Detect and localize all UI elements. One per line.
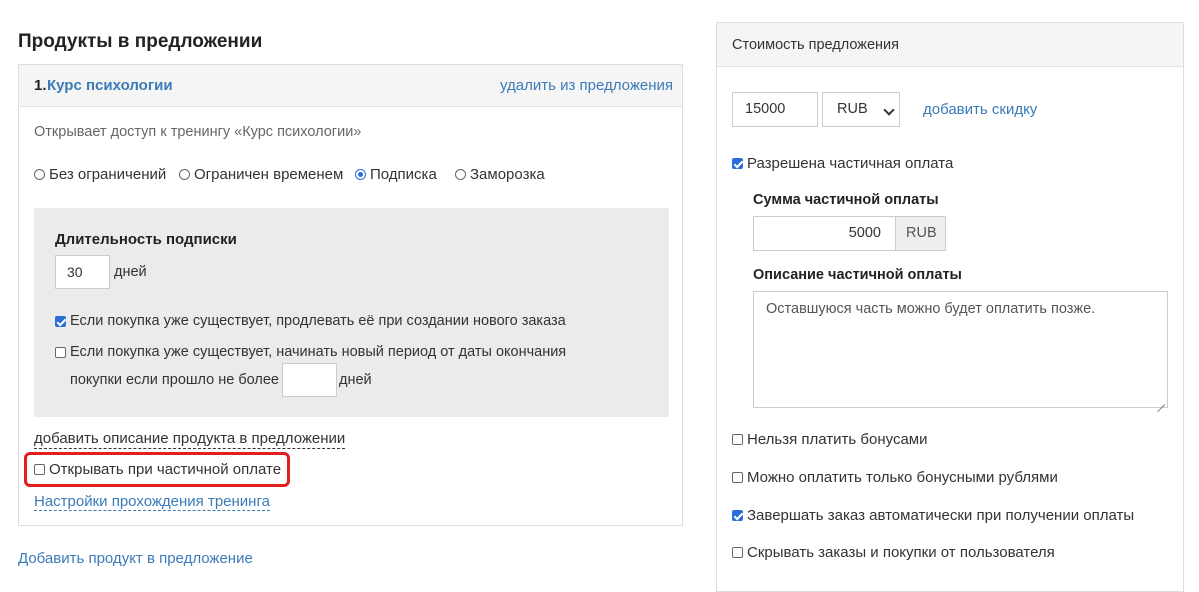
radio-subscription[interactable]: Подписка (355, 166, 437, 183)
partial-description-label: Описание частичной оплаты (753, 267, 962, 283)
cost-panel-title: Стоимость предложения (732, 37, 899, 53)
radio-label: Ограничен временем (194, 166, 344, 183)
add-discount-link[interactable]: добавить скидку (923, 101, 1037, 118)
radio-label: Подписка (370, 166, 437, 183)
subscription-duration-label: Длительность подписки (55, 231, 237, 248)
product-number: 1. (34, 77, 47, 94)
price-input[interactable]: 15000 (732, 92, 818, 127)
new-period-label: Если покупка уже существует, начинать но… (70, 344, 567, 360)
only-bonus-checkbox[interactable] (732, 472, 743, 483)
partial-sum-label: Сумма частичной оплаты (753, 192, 939, 208)
only-bonus-label: Можно оплатить только бонусными рублями (747, 469, 1058, 486)
training-settings-link[interactable]: Настройки прохождения тренинга (34, 493, 270, 511)
products-section-title: Продукты в предложении (18, 31, 263, 52)
partial-payment-label: Разрешена частичная оплата (747, 155, 954, 172)
subscription-duration-input[interactable]: 30 (55, 255, 110, 289)
new-period-option[interactable]: Если покупка уже существует, начинать но… (55, 344, 566, 360)
no-bonus-checkbox[interactable] (732, 434, 743, 445)
radio-button[interactable] (455, 169, 466, 180)
partial-sum-input[interactable]: 5000 (753, 216, 896, 251)
remove-from-offer-link[interactable]: удалить из предложения (500, 77, 673, 94)
radio-freeze[interactable]: Заморозка (455, 166, 545, 183)
extend-purchase-checkbox[interactable] (55, 315, 66, 327)
add-product-link[interactable]: Добавить продукт в предложение (18, 550, 253, 567)
extend-purchase-label: Если покупка уже существует, продлевать … (70, 313, 566, 329)
hide-orders-option[interactable]: Скрывать заказы и покупки от пользовател… (732, 544, 1055, 561)
hide-orders-checkbox[interactable] (732, 547, 743, 558)
access-description: Открывает доступ к тренингу «Курс психол… (34, 124, 362, 140)
radio-label: Заморозка (470, 166, 545, 183)
radio-button-selected[interactable] (355, 169, 366, 180)
partial-payment-checkbox[interactable] (732, 158, 743, 169)
new-period-checkbox[interactable] (55, 346, 66, 358)
auto-finish-option[interactable]: Завершать заказ автоматически при получе… (732, 507, 1134, 524)
only-bonus-option[interactable]: Можно оплатить только бонусными рублями (732, 469, 1058, 486)
radio-label: Без ограничений (49, 166, 167, 183)
currency-value: RUB (837, 101, 868, 117)
resize-handle-icon[interactable] (1157, 397, 1165, 405)
new-period-label-continued: покупки если прошло не более (70, 372, 279, 388)
no-bonus-option[interactable]: Нельзя платить бонусами (732, 431, 927, 448)
hide-orders-label: Скрывать заказы и покупки от пользовател… (747, 544, 1055, 561)
no-bonus-label: Нельзя платить бонусами (747, 431, 928, 448)
highlight-frame (24, 452, 290, 487)
partial-description-textarea[interactable]: Оставшуюся часть можно будет оплатить по… (753, 291, 1168, 408)
radio-button[interactable] (179, 169, 190, 180)
radio-time-limited[interactable]: Ограничен временем (179, 166, 343, 183)
new-period-unit-label: дней (339, 372, 372, 388)
duration-unit-label: дней (114, 264, 147, 280)
auto-finish-checkbox[interactable] (732, 510, 743, 521)
product-name-link[interactable]: Курс психологии (47, 77, 173, 94)
extend-purchase-option[interactable]: Если покупка уже существует, продлевать … (55, 313, 566, 329)
partial-description-text: Оставшуюся часть можно будет оплатить по… (766, 301, 1096, 317)
currency-select[interactable]: RUB (822, 92, 900, 127)
partial-sum-currency: RUB (895, 216, 946, 251)
radio-button[interactable] (34, 169, 45, 180)
chevron-down-icon (883, 104, 895, 116)
auto-finish-label: Завершать заказ автоматически при получе… (747, 507, 1135, 524)
radio-unlimited[interactable]: Без ограничений (34, 166, 166, 183)
add-product-description-link[interactable]: добавить описание продукта в предложении (34, 430, 346, 449)
partial-payment-option[interactable]: Разрешена частичная оплата (732, 155, 953, 172)
new-period-days-input[interactable] (282, 363, 337, 397)
